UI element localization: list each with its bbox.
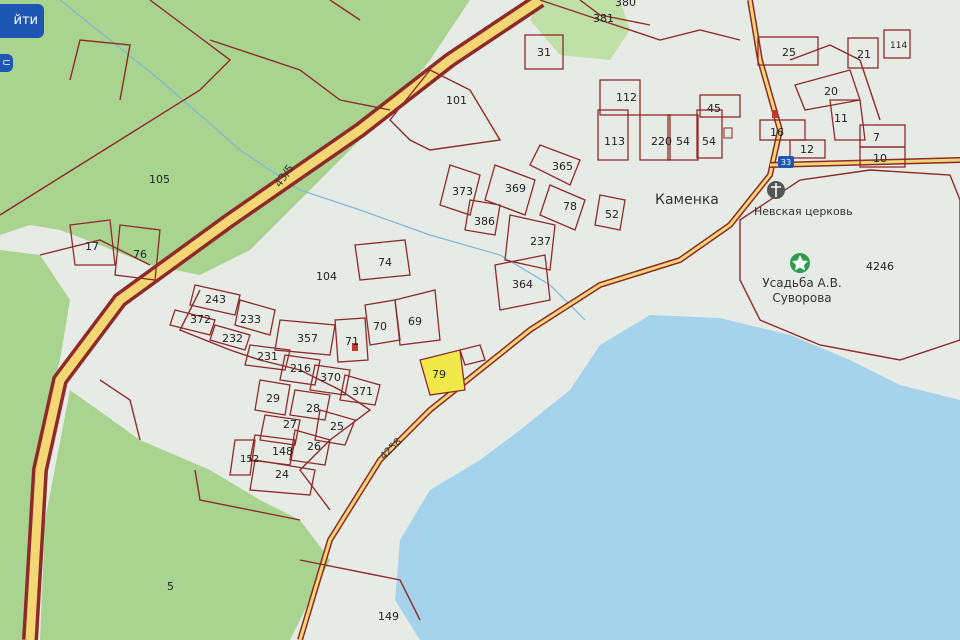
plot-114: 114 — [890, 41, 907, 51]
plot-216: 216 — [290, 362, 311, 375]
plot-54b: 54 — [702, 135, 716, 148]
plot-10: 10 — [873, 152, 887, 165]
road-badge: 33 — [778, 156, 794, 168]
top-left-button-label: йти — [13, 13, 38, 28]
plot-12: 12 — [800, 143, 814, 156]
plot-105: 105 — [149, 173, 170, 186]
plot-220: 220 — [651, 135, 672, 148]
plot-4246: 4246 — [866, 260, 894, 273]
plot-21: 21 — [857, 48, 871, 61]
plot-7: 7 — [873, 131, 880, 144]
plot-27: 27 — [283, 418, 297, 431]
plot-370: 370 — [320, 371, 341, 384]
plot-148: 148 — [272, 445, 293, 458]
estate-star-icon[interactable] — [790, 253, 810, 273]
road-badge-text: 33 — [781, 158, 791, 167]
plot-20: 20 — [824, 85, 838, 98]
plot-372: 372 — [190, 313, 211, 326]
plot-365: 365 — [552, 160, 573, 173]
plot-78: 78 — [563, 200, 577, 213]
plot-31: 31 — [537, 46, 551, 59]
plot-380: 380 — [615, 0, 636, 9]
plot-232: 232 — [222, 332, 243, 345]
plot-386: 386 — [474, 215, 495, 228]
plot-74: 74 — [378, 256, 392, 269]
plot-11: 11 — [834, 112, 848, 125]
plot-371: 371 — [352, 385, 373, 398]
plot-149: 149 — [378, 610, 399, 623]
plot-76: 76 — [133, 248, 147, 261]
plot-16: 16 — [770, 126, 784, 139]
plot-5: 5 — [167, 580, 174, 593]
plot-152: 152 — [240, 454, 259, 465]
map-canvas[interactable]: 33 Каменка Невская церковь Усадьба А.В. … — [0, 0, 960, 640]
plot-52: 52 — [605, 208, 619, 221]
plot-54a: 54 — [676, 135, 690, 148]
plot-45: 45 — [707, 102, 721, 115]
plot-25: 25 — [782, 46, 796, 59]
plot-231: 231 — [257, 350, 278, 363]
estate-label-1: Усадьба А.В. — [762, 276, 841, 290]
top-left-button[interactable]: йти — [0, 4, 44, 38]
village-label: Каменка — [655, 192, 719, 208]
plot-28: 28 — [306, 402, 320, 415]
plot-17: 17 — [85, 240, 99, 253]
plot-381: 381 — [593, 12, 614, 25]
plot-364: 364 — [512, 278, 533, 291]
plot-70: 70 — [373, 320, 387, 333]
plot-79: 79 — [432, 368, 446, 381]
plot-112: 112 — [616, 91, 637, 104]
plot-104: 104 — [316, 270, 337, 283]
side-toggle-icon: ⊂ — [1, 56, 12, 69]
plot-25b: 25 — [330, 420, 344, 433]
plot-26: 26 — [307, 440, 321, 453]
plot-357: 357 — [297, 332, 318, 345]
church-label: Невская церковь — [754, 205, 853, 218]
estate-label-2: Суворова — [772, 291, 831, 305]
plot-29: 29 — [266, 392, 280, 405]
plot-101: 101 — [446, 94, 467, 107]
plot-373: 373 — [452, 185, 473, 198]
plot-237: 237 — [530, 235, 551, 248]
cadastral-map[interactable]: 33 Каменка Невская церковь Усадьба А.В. … — [0, 0, 960, 640]
building-marker — [772, 110, 778, 118]
plot-71: 71 — [345, 335, 359, 348]
plot-369: 369 — [505, 182, 526, 195]
plot-243: 243 — [205, 293, 226, 306]
plot-113: 113 — [604, 135, 625, 148]
plot-233: 233 — [240, 313, 261, 326]
plot-24: 24 — [275, 468, 289, 481]
church-icon[interactable] — [767, 181, 785, 199]
side-toggle-button[interactable]: ⊂ — [0, 54, 13, 72]
plot-69: 69 — [408, 315, 422, 328]
